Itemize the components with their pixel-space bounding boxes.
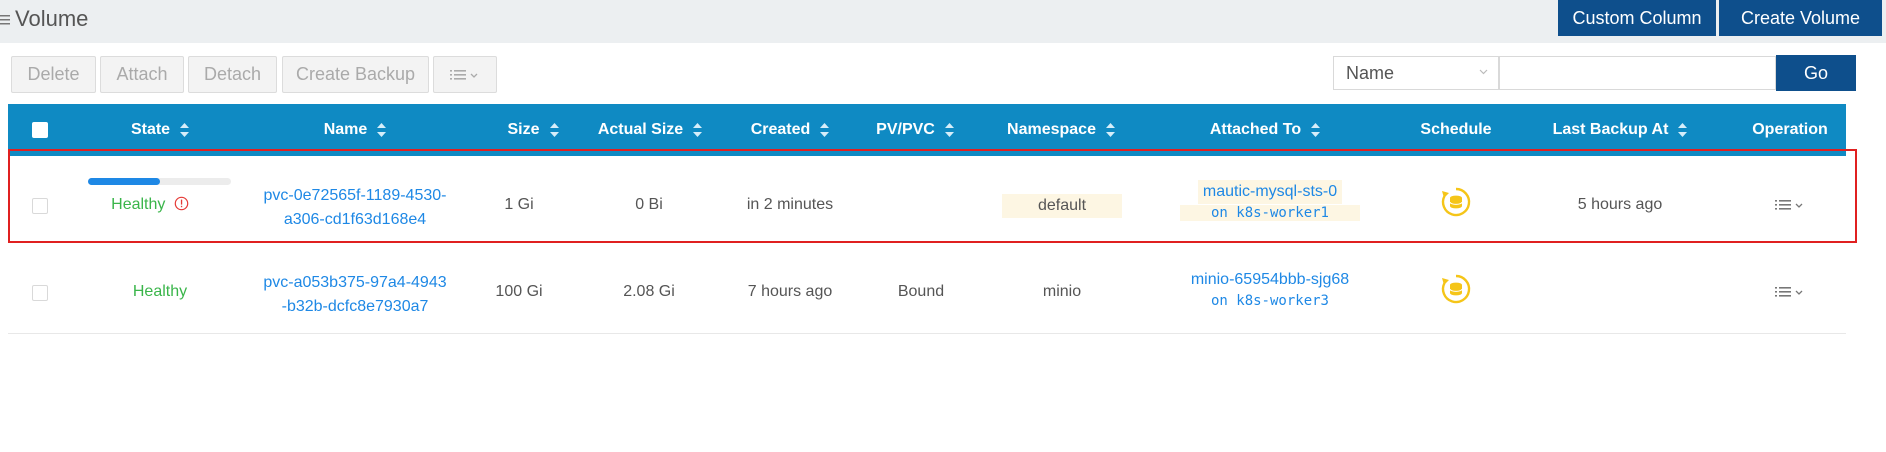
sort-icon — [944, 123, 954, 137]
sort-icon — [820, 123, 830, 137]
pv-pvc-value: Bound — [897, 283, 945, 300]
bulk-menu-button[interactable] — [433, 56, 497, 93]
row-operation-menu[interactable] — [1762, 277, 1818, 307]
attached-to-cell: minio-65954bbb-sjg68 on k8s-worker3 — [1170, 268, 1370, 309]
page-title-text: Volume — [15, 6, 89, 31]
select-all-checkbox[interactable] — [32, 122, 48, 138]
chevron-down-icon — [1479, 69, 1488, 75]
sort-icon — [693, 123, 703, 137]
search-input[interactable] — [1499, 56, 1776, 90]
sort-icon — [1105, 123, 1115, 137]
search-field-value: Name — [1346, 62, 1395, 83]
created-value: 7 hours ago — [747, 283, 833, 300]
actual-size-value: 2.08 Gi — [623, 283, 675, 300]
delete-button[interactable]: Delete — [11, 56, 96, 93]
custom-column-button[interactable]: Custom Column — [1558, 0, 1716, 36]
page-title: Volume — [0, 6, 88, 32]
backup-schedule-icon[interactable] — [1440, 273, 1472, 310]
namespace-value: minio — [1042, 283, 1082, 300]
sort-icon — [549, 123, 559, 137]
row-checkbox[interactable] — [32, 285, 48, 301]
state-label: Healthy — [132, 283, 188, 300]
sort-icon — [377, 123, 387, 137]
search-field-select[interactable]: Name — [1333, 56, 1499, 90]
volume-name-link[interactable]: pvc-a053b375-97a4-4943 -b32b-dcfc8e7930a… — [255, 271, 455, 319]
create-backup-button[interactable]: Create Backup — [282, 56, 429, 93]
list-dropdown-icon — [1775, 287, 1803, 297]
sort-icon — [180, 123, 190, 137]
detach-button[interactable]: Detach — [188, 56, 277, 93]
attach-button[interactable]: Attach — [100, 56, 184, 93]
sort-icon — [1311, 123, 1321, 137]
create-volume-button[interactable]: Create Volume — [1719, 0, 1882, 36]
go-button[interactable]: Go — [1776, 55, 1856, 91]
sort-icon — [1678, 123, 1688, 137]
highlight-box — [8, 149, 1857, 243]
list-icon — [0, 15, 10, 25]
size-value: 100 Gi — [495, 283, 543, 300]
attached-node-label: on k8s-worker3 — [1210, 293, 1329, 309]
attached-pod-link[interactable]: minio-65954bbb-sjg68 — [1170, 268, 1370, 292]
list-dropdown-icon — [450, 69, 478, 80]
